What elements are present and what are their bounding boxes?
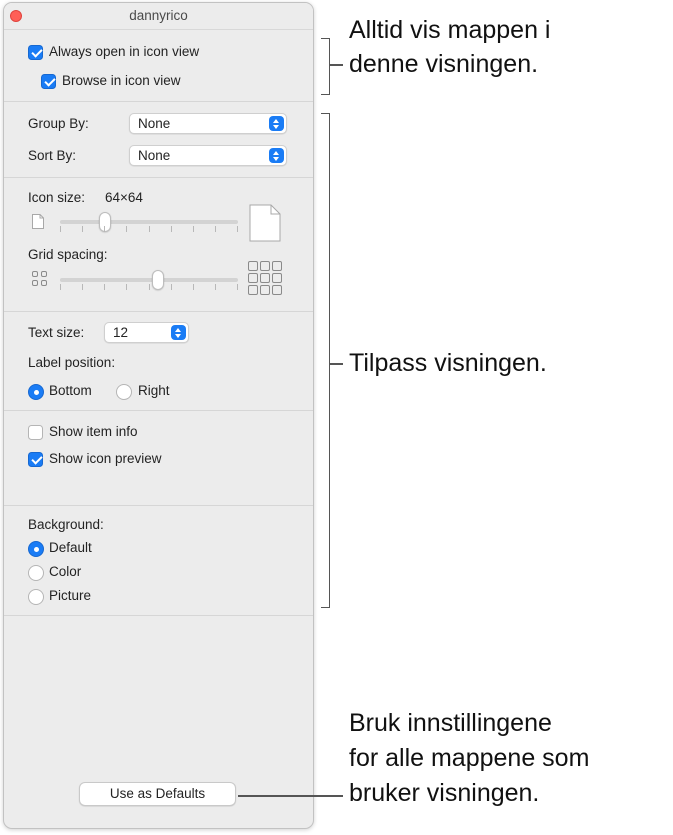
callout-middle: Tilpass visningen. xyxy=(349,349,547,377)
sort-by-label: Sort By: xyxy=(28,148,77,163)
slider-knob[interactable] xyxy=(151,270,164,290)
slider-tick xyxy=(171,284,172,290)
slider-tick xyxy=(126,284,127,290)
callout-top-line1: Alltid vis mappen i xyxy=(349,16,551,44)
slider-tick xyxy=(193,284,194,290)
callout-pointer-middle xyxy=(329,363,343,365)
divider xyxy=(4,101,313,102)
grid-spacing-slider[interactable] xyxy=(60,268,238,292)
background-picture-radio[interactable] xyxy=(28,589,44,605)
slider-tick xyxy=(82,284,83,290)
sort-by-popup[interactable]: None xyxy=(129,145,287,166)
slider-tick xyxy=(82,226,83,232)
slider-tick xyxy=(237,226,238,232)
label-bottom-text: Bottom xyxy=(49,383,92,398)
slider-tick xyxy=(237,284,238,290)
background-color-radio[interactable] xyxy=(28,565,44,581)
show-item-info-label: Show item info xyxy=(49,424,138,439)
text-size-label: Text size: xyxy=(28,325,85,340)
icon-size-slider[interactable] xyxy=(60,210,238,234)
slider-tick xyxy=(104,226,105,232)
callout-top-line2: denne visningen. xyxy=(349,50,539,78)
callout-pointer-bottom xyxy=(238,795,343,797)
slider-tick xyxy=(215,226,216,232)
grid-spacing-label: Grid spacing: xyxy=(28,247,108,262)
text-size-value: 12 xyxy=(113,325,129,340)
browse-icon-view-label: Browse in icon view xyxy=(62,73,181,88)
small-document-icon xyxy=(32,214,44,229)
divider xyxy=(4,505,313,506)
slider-tick xyxy=(149,226,150,232)
window-title: dannyrico xyxy=(129,8,188,23)
background-default-radio[interactable] xyxy=(28,541,44,557)
divider xyxy=(4,311,313,312)
popup-arrows-icon xyxy=(171,325,186,340)
slider-tick xyxy=(60,226,61,232)
group-by-value: None xyxy=(138,116,171,131)
slider-tick xyxy=(104,284,105,290)
label-bottom-radio[interactable] xyxy=(28,384,44,400)
callout-bottom-line2: for alle mappene som xyxy=(349,744,590,772)
slider-tick xyxy=(60,284,61,290)
label-position-label: Label position: xyxy=(28,355,116,370)
callout-bracket-middle xyxy=(321,113,330,608)
background-default-text: Default xyxy=(49,540,92,555)
slider-tick xyxy=(149,284,150,290)
show-item-info-checkbox[interactable] xyxy=(28,425,43,440)
icon-size-value: 64×64 xyxy=(105,190,143,205)
large-document-icon xyxy=(249,204,281,242)
use-as-defaults-button[interactable]: Use as Defaults xyxy=(79,782,236,806)
callout-bottom-line3: bruker visningen. xyxy=(349,779,540,807)
background-color-text: Color xyxy=(49,564,82,579)
popup-arrows-icon xyxy=(269,116,284,131)
small-grid-icon xyxy=(32,271,47,286)
divider xyxy=(4,410,313,411)
title-bar[interactable]: dannyrico xyxy=(4,3,313,30)
slider-track xyxy=(60,278,238,282)
large-grid-icon xyxy=(248,261,282,295)
divider xyxy=(4,177,313,178)
show-icon-preview-label: Show icon preview xyxy=(49,451,162,466)
background-label: Background: xyxy=(28,517,104,532)
slider-tick xyxy=(126,226,127,232)
popup-arrows-icon xyxy=(269,148,284,163)
slider-tick xyxy=(215,284,216,290)
always-open-icon-view-label: Always open in icon view xyxy=(49,44,200,59)
callout-bracket-top xyxy=(321,38,330,95)
view-options-window: dannyrico Always open in icon view Brows… xyxy=(3,2,314,829)
always-open-icon-view-checkbox[interactable] xyxy=(28,45,43,60)
text-size-popup[interactable]: 12 xyxy=(104,322,189,343)
label-right-radio[interactable] xyxy=(116,384,132,400)
show-icon-preview-checkbox[interactable] xyxy=(28,452,43,467)
slider-tick xyxy=(171,226,172,232)
browse-icon-view-checkbox[interactable] xyxy=(41,74,56,89)
slider-tick xyxy=(193,226,194,232)
icon-size-label: Icon size: xyxy=(28,190,86,205)
background-picture-text: Picture xyxy=(49,588,92,603)
callout-bottom-line1: Bruk innstillingene xyxy=(349,709,552,737)
sort-by-value: None xyxy=(138,148,171,163)
label-right-text: Right xyxy=(138,383,170,398)
slider-track xyxy=(60,220,238,224)
callout-pointer-top xyxy=(329,64,343,66)
divider xyxy=(4,615,313,616)
group-by-popup[interactable]: None xyxy=(129,113,287,134)
group-by-label: Group By: xyxy=(28,116,89,131)
